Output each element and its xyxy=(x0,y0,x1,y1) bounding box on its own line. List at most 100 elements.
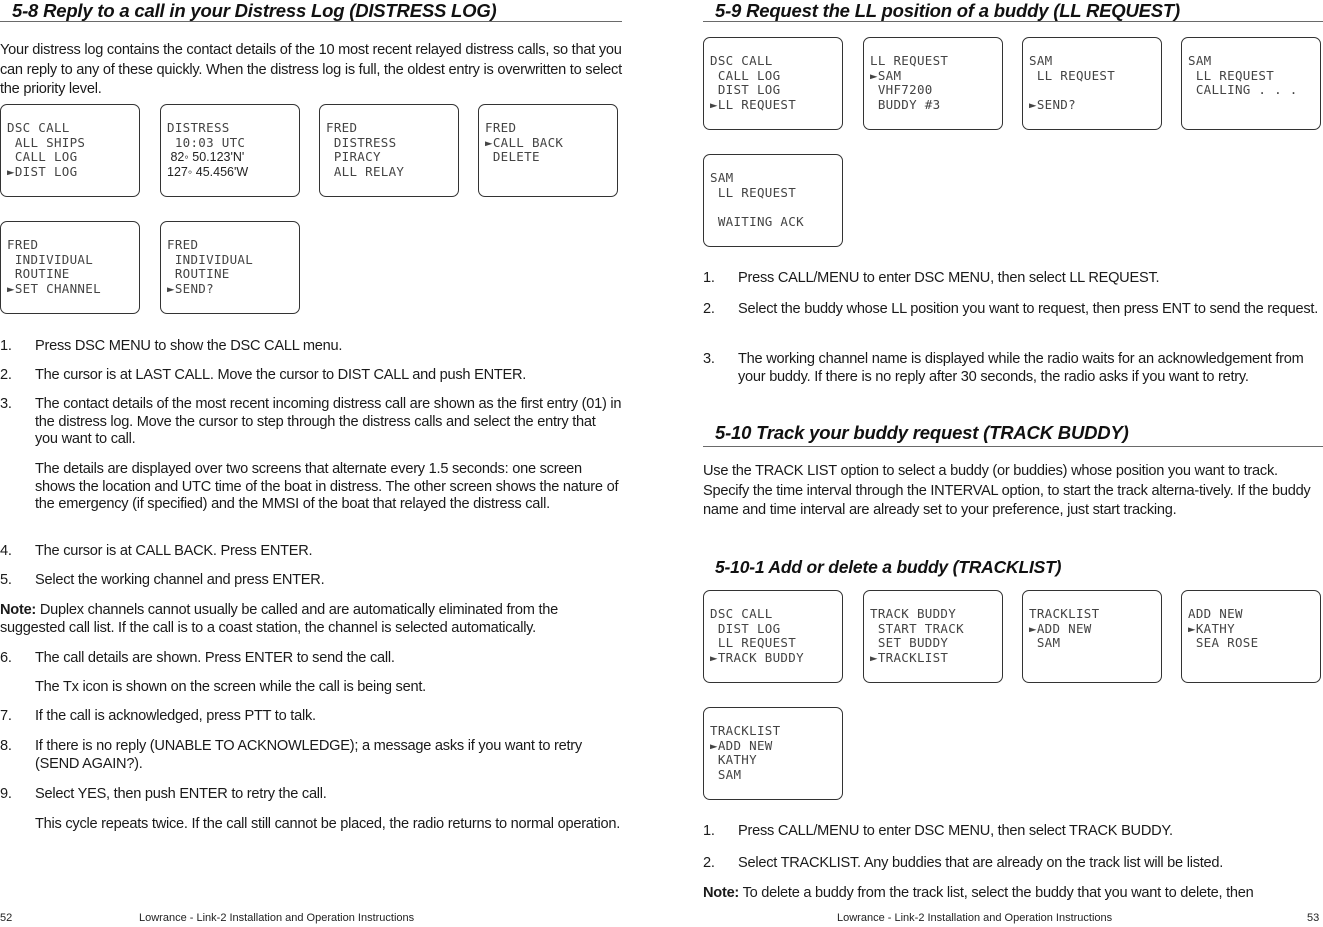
step-text: Press CALL/MENU to enter DSC MENU, then … xyxy=(738,823,1173,839)
lcd-line: WAITING ACK xyxy=(710,213,804,229)
step-item: 4. The cursor is at CALL BACK. Press ENT… xyxy=(0,543,622,561)
lcd-screen: SAM LL REQUEST CALLING . . . xyxy=(1181,37,1321,130)
subsection-title-5-10-1: 5-10-1 Add or delete a buddy (TRACKLIST) xyxy=(715,557,1062,577)
note-label: Note: xyxy=(703,885,740,901)
lcd-screen: FRED ►CALL BACK DELETE xyxy=(478,104,618,197)
lcd-line: BUDDY #3 xyxy=(870,96,941,112)
note: Note: Duplex channels cannot usually be … xyxy=(0,602,622,637)
step-detail: The Tx icon is shown on the screen while… xyxy=(35,679,426,695)
step-item: 1. Press CALL/MENU to enter DSC MENU, th… xyxy=(703,270,1323,288)
track-buddy-intro: Use the TRACK LIST option to select a bu… xyxy=(703,463,1311,518)
section-title-5-9: 5-9 Request the LL position of a buddy (… xyxy=(715,0,1180,21)
lcd-line: ►SET CHANNEL xyxy=(7,280,101,296)
lcd-screen: FRED DISTRESS PIRACY ALL RELAY xyxy=(319,104,459,197)
lcd-line xyxy=(1029,83,1115,98)
lcd-line: LL REQUEST xyxy=(710,184,797,200)
step-text: Press DSC MENU to show the DSC CALL menu… xyxy=(35,338,343,354)
note-label: Note: xyxy=(0,602,37,618)
lcd-line: ►KATHY xyxy=(1188,620,1235,636)
step-text: Select TRACKLIST. Any buddies that are a… xyxy=(738,855,1224,871)
lcd-line: ►TRACK BUDDY xyxy=(710,649,804,665)
lcd-line: SAM xyxy=(1188,53,1212,68)
lcd-line: SET BUDDY xyxy=(870,635,949,651)
step-detail: The details are displayed over two scree… xyxy=(35,461,619,512)
footer-title: Lowrance - Link-2 Installation and Opera… xyxy=(837,912,1113,924)
step-number: 5. xyxy=(0,572,12,588)
lcd-line: SAM xyxy=(1029,53,1053,68)
step-number: 2. xyxy=(703,301,715,317)
lcd-line: ►ADD NEW xyxy=(710,737,773,753)
lcd-line: SAM xyxy=(710,766,742,782)
lcd-line: ROUTINE xyxy=(7,266,70,282)
lcd-line xyxy=(485,165,563,180)
lcd-line: FRED xyxy=(485,120,517,135)
step-number: 8. xyxy=(0,738,12,754)
section-title-5-10: 5-10 Track your buddy request (TRACK BUD… xyxy=(715,422,1129,443)
section-title-5-8: 5-8 Reply to a call in your Distress Log… xyxy=(12,0,497,21)
lcd-line: ►SEND? xyxy=(1029,96,1076,112)
lcd-line: LL REQUEST xyxy=(1188,67,1275,83)
step-detail: This cycle repeats twice. If the call st… xyxy=(35,816,621,832)
step-text: Press CALL/MENU to enter DSC MENU, then … xyxy=(738,270,1160,286)
step-number: 3. xyxy=(0,396,12,412)
step-item: 9. Select YES, then push ENTER to retry … xyxy=(0,786,622,804)
lcd-line: ALL RELAY xyxy=(326,163,405,179)
step-text: Select the working channel and press ENT… xyxy=(35,572,325,588)
lcd-line: PIRACY xyxy=(326,149,381,165)
lcd-line: INDIVIDUAL xyxy=(7,251,94,267)
lcd-line: ►DIST LOG xyxy=(7,163,78,179)
step-text: The call details are shown. Press ENTER … xyxy=(35,650,395,666)
lcd-line: DISTRESS xyxy=(167,120,230,135)
lcd-line: CALL LOG xyxy=(710,67,781,83)
lcd-line: DIST LOG xyxy=(710,82,781,98)
lcd-screen: ADD NEW ►KATHY SEA ROSE xyxy=(1181,590,1321,683)
lcd-line: KATHY xyxy=(710,752,757,768)
step-text: If the call is acknowledged, press PTT t… xyxy=(35,708,316,724)
lcd-line: DISTRESS xyxy=(326,134,397,150)
step-item: 7. If the call is acknowledged, press PT… xyxy=(0,708,622,726)
step-item: 3. The working channel name is displayed… xyxy=(703,351,1323,386)
step-item: 6. The call details are shown. Press ENT… xyxy=(0,650,622,668)
lcd-line: ►LL REQUEST xyxy=(710,96,797,112)
lcd-line: VHF7200 xyxy=(870,82,933,98)
lcd-line: ALL SHIPS xyxy=(7,134,86,150)
lcd-line: ►TRACKLIST xyxy=(870,649,949,665)
lcd-line xyxy=(1188,651,1258,666)
lcd-line: START TRACK xyxy=(870,620,964,636)
lcd-line: DSC CALL xyxy=(710,53,773,68)
lcd-line: DIST LOG xyxy=(710,620,781,636)
lcd-screen: DSC CALL CALL LOG DIST LOG ►LL REQUEST xyxy=(703,37,843,130)
step-text: If there is no reply (UNABLE TO ACKNOWLE… xyxy=(35,738,582,772)
step-text: The cursor is at CALL BACK. Press ENTER. xyxy=(35,543,313,559)
lcd-screen: SAM LL REQUEST ►SEND? xyxy=(1022,37,1162,130)
lcd-line: ROUTINE xyxy=(167,266,230,282)
section-rule xyxy=(0,21,622,22)
lcd-line: DELETE xyxy=(485,149,540,165)
lcd-screen: DISTRESS 10:03 UTC 82◦ 50.123'N' 127◦ 45… xyxy=(160,104,300,197)
right-page: 5-9 Request the LL position of a buddy (… xyxy=(703,0,1323,927)
step-number: 6. xyxy=(0,650,12,666)
note: Note: To delete a buddy from the track l… xyxy=(703,885,1323,903)
step-number: 2. xyxy=(0,367,12,383)
step-item: 3. The contact details of the most recen… xyxy=(0,396,622,449)
step-text: The contact details of the most recent i… xyxy=(35,396,622,447)
step-number: 1. xyxy=(703,270,715,286)
note-text: To delete a buddy from the track list, s… xyxy=(739,885,1254,901)
step-number: 9. xyxy=(0,786,12,802)
step-text: The cursor is at LAST CALL. Move the cur… xyxy=(35,367,527,383)
lcd-line: FRED xyxy=(326,120,358,135)
lcd-screen: LL REQUEST ►SAM VHF7200 BUDDY #3 xyxy=(863,37,1003,130)
lcd-screen: FRED INDIVIDUAL ROUTINE ►SEND? xyxy=(160,221,300,314)
lcd-line: 82◦ 50.123'N' xyxy=(167,150,245,165)
page-number: 52 xyxy=(0,912,13,924)
step-number: 1. xyxy=(0,338,12,354)
step-number: 1. xyxy=(703,823,715,839)
lcd-screen: TRACKLIST ►ADD NEW KATHY SAM xyxy=(703,707,843,800)
lcd-line: 127◦ 45.456'W xyxy=(167,164,249,179)
lcd-line: TRACKLIST xyxy=(710,723,781,738)
lcd-line: LL REQUEST xyxy=(870,53,949,68)
footer-title: Lowrance - Link-2 Installation and Opera… xyxy=(139,912,415,924)
lcd-line: ADD NEW xyxy=(1188,606,1243,621)
step-item: 5. Select the working channel and press … xyxy=(0,572,622,590)
page-number: 53 xyxy=(1307,912,1320,924)
